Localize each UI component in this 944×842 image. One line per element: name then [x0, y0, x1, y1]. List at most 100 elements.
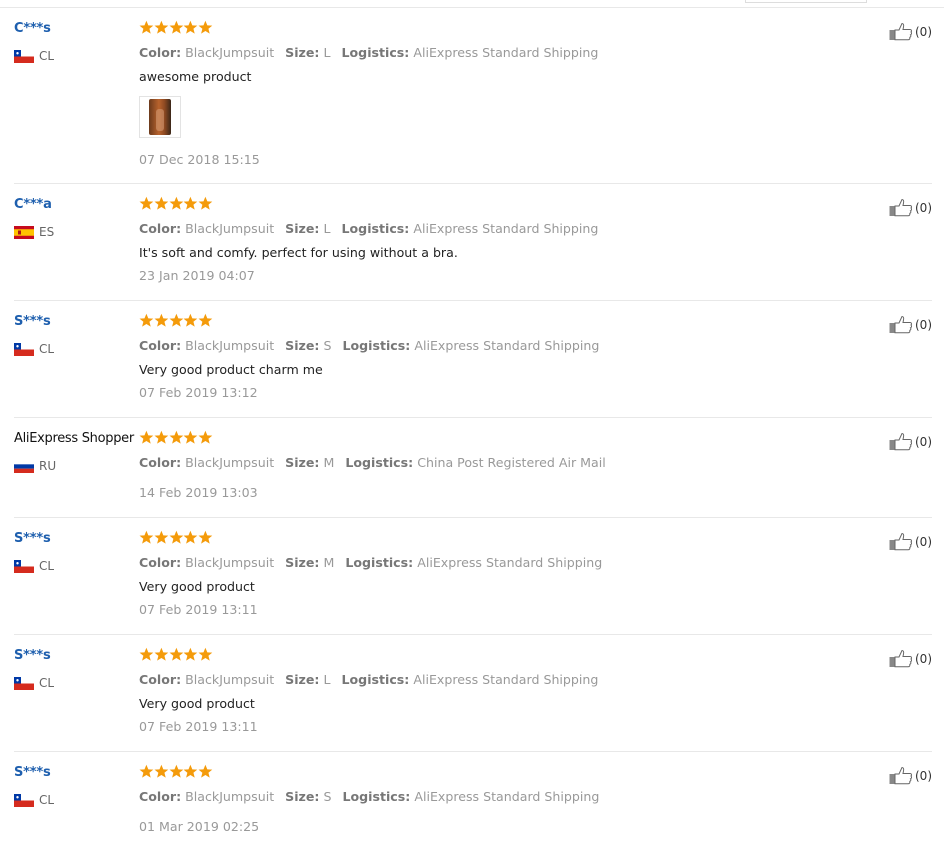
review-text: awesome product	[139, 69, 252, 84]
star-icon	[198, 647, 213, 661]
star-icon	[139, 764, 154, 778]
star-rating	[139, 430, 213, 445]
country-code: CL	[39, 342, 55, 356]
order-attributes: Color: BlackJumpsuit Size: L Logistics: Al…	[139, 45, 598, 60]
reviewer-name[interactable]: S***s	[14, 648, 51, 663]
star-icon	[198, 530, 213, 544]
color-label: Color:	[139, 45, 182, 60]
star-icon	[183, 530, 198, 544]
review-date: 01 Mar 2019 02:25	[139, 819, 260, 834]
color-value: BlackJumpsuit	[185, 789, 275, 804]
review-date: 07 Feb 2019 13:11	[139, 719, 258, 734]
star-icon	[183, 647, 198, 661]
helpful-count: (0)	[915, 534, 932, 549]
helpful-count: (0)	[915, 651, 932, 666]
logistics-label: Logistics:	[341, 672, 410, 687]
review-text: Very good product	[139, 696, 255, 711]
review-date: 23 Jan 2019 04:07	[139, 268, 255, 283]
reviewer-name[interactable]: S***s	[14, 531, 51, 546]
reviewer-name[interactable]: S***s	[14, 765, 51, 780]
star-icon	[139, 647, 154, 661]
star-icon	[183, 20, 198, 34]
helpful-button[interactable]: (0)	[889, 766, 932, 785]
review-item: S***s CL Color: BlackJumpsuit Size: S Logi…	[14, 301, 932, 418]
reviewer-country: CL	[14, 675, 54, 691]
size-value: L	[323, 221, 331, 236]
star-icon	[198, 430, 213, 444]
star-icon	[154, 647, 169, 661]
country-code: RU	[39, 459, 57, 473]
star-rating	[139, 20, 213, 35]
country-code: CL	[39, 676, 55, 690]
helpful-button[interactable]: (0)	[889, 432, 932, 451]
order-attributes: Color: BlackJumpsuit Size: L Logistics: Al…	[139, 221, 598, 236]
review-item: AliExpress Shopper RU Color: BlackJumpsu…	[14, 418, 932, 518]
star-icon	[169, 196, 183, 210]
chile-flag-icon	[14, 49, 34, 63]
star-icon	[139, 313, 154, 327]
thumbs-up-icon	[889, 432, 913, 451]
reviewer-country: RU	[14, 458, 56, 474]
helpful-button[interactable]: (0)	[889, 649, 932, 668]
star-icon	[169, 530, 183, 544]
review-text: Very good product	[139, 579, 255, 594]
chile-flag-icon	[14, 559, 34, 573]
helpful-button[interactable]: (0)	[889, 532, 932, 551]
helpful-count: (0)	[915, 768, 932, 783]
reviewer-name[interactable]: AliExpress Shopper	[14, 431, 134, 446]
helpful-button[interactable]: (0)	[889, 22, 932, 41]
star-icon	[154, 764, 169, 778]
reviewer-country: CL	[14, 558, 54, 574]
logistics-label: Logistics:	[342, 338, 411, 353]
color-value: BlackJumpsuit	[185, 338, 275, 353]
star-icon	[183, 764, 198, 778]
star-icon	[154, 430, 169, 444]
order-attributes: Color: BlackJumpsuit Size: M Logistics: Ch…	[139, 455, 606, 470]
size-value: L	[323, 672, 331, 687]
logistics-label: Logistics:	[345, 555, 414, 570]
color-label: Color:	[139, 455, 182, 470]
star-rating	[139, 764, 213, 779]
star-rating	[139, 196, 213, 211]
logistics-value: AliExpress Standard Shipping	[413, 45, 599, 60]
order-attributes: Color: BlackJumpsuit Size: L Logistics: Al…	[139, 672, 598, 687]
size-value: S	[323, 789, 332, 804]
logistics-label: Logistics:	[341, 221, 410, 236]
logistics-label: Logistics:	[345, 455, 414, 470]
star-icon	[154, 20, 169, 34]
star-icon	[154, 196, 169, 210]
color-value: BlackJumpsuit	[185, 45, 275, 60]
size-label: Size:	[285, 338, 320, 353]
review-date: 07 Feb 2019 13:12	[139, 385, 258, 400]
reviewer-name[interactable]: C***s	[14, 21, 51, 36]
logistics-label: Logistics:	[341, 45, 410, 60]
size-label: Size:	[285, 789, 320, 804]
review-date: 14 Feb 2019 13:03	[139, 485, 258, 500]
review-photo-thumbnail[interactable]	[139, 96, 181, 138]
review-item: C***a ES Color: BlackJumpsuit Size: L Logi…	[14, 184, 932, 301]
size-label: Size:	[285, 555, 320, 570]
review-text: Very good product charm me	[139, 362, 323, 377]
helpful-count: (0)	[915, 434, 932, 449]
logistics-value: AliExpress Standard Shipping	[414, 338, 600, 353]
size-label: Size:	[285, 45, 320, 60]
review-item: S***s CL Color: BlackJumpsuit Size: M Logi…	[14, 518, 932, 635]
star-icon	[198, 196, 213, 210]
thumbs-up-icon	[889, 766, 913, 785]
star-icon	[154, 313, 169, 327]
reviewer-name[interactable]: C***a	[14, 197, 52, 212]
star-icon	[139, 196, 154, 210]
order-attributes: Color: BlackJumpsuit Size: M Logistics: Al…	[139, 555, 602, 570]
order-attributes: Color: BlackJumpsuit Size: S Logistics: Al…	[139, 338, 599, 353]
size-value: L	[323, 45, 331, 60]
size-label: Size:	[285, 455, 320, 470]
logistics-value: China Post Registered Air Mail	[417, 455, 606, 470]
color-label: Color:	[139, 555, 182, 570]
helpful-button[interactable]: (0)	[889, 198, 932, 217]
reviewer-name[interactable]: S***s	[14, 314, 51, 329]
sort-dropdown-edge[interactable]	[745, 0, 867, 3]
color-value: BlackJumpsuit	[185, 672, 275, 687]
star-rating	[139, 647, 213, 662]
star-icon	[139, 20, 154, 34]
helpful-button[interactable]: (0)	[889, 315, 932, 334]
